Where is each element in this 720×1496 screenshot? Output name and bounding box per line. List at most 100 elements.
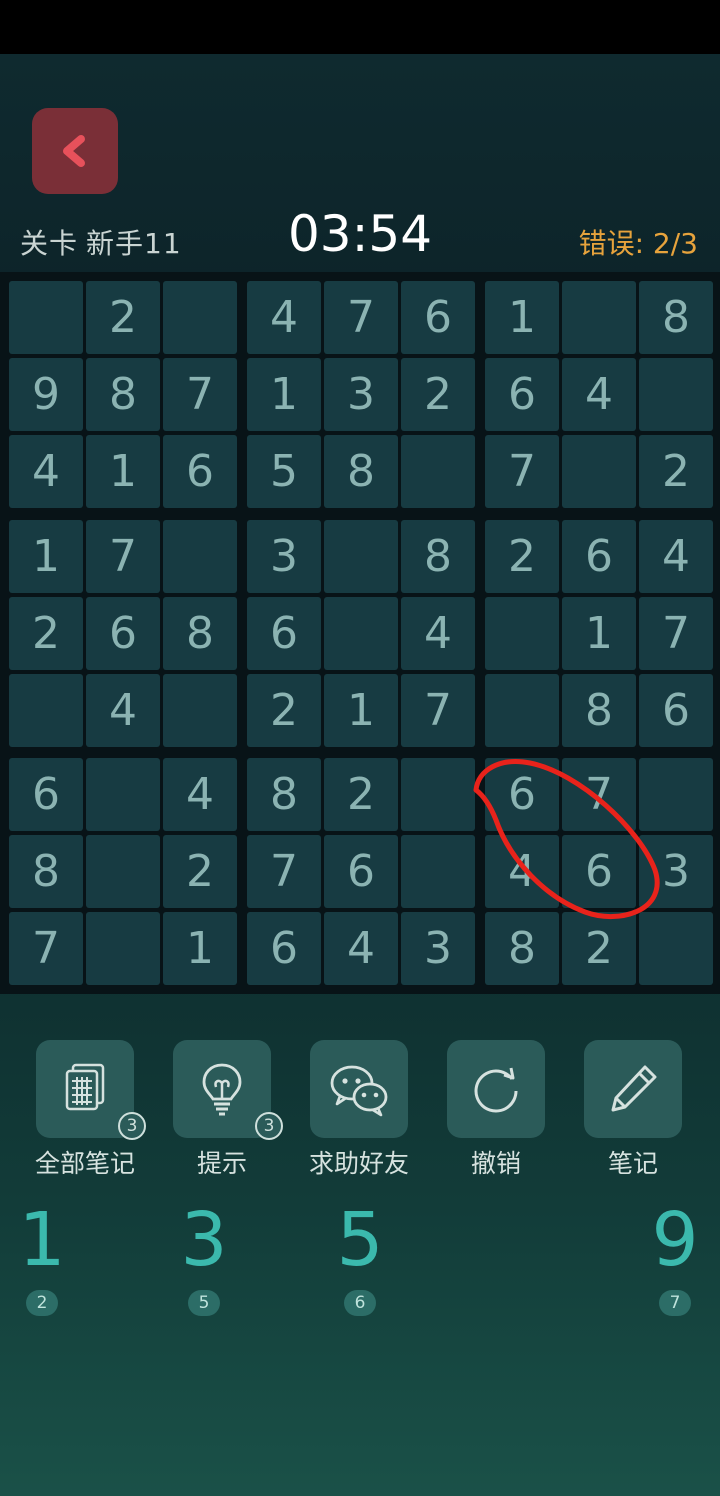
sudoku-cell[interactable] (639, 912, 713, 985)
sudoku-cell[interactable]: 4 (9, 435, 83, 508)
sudoku-cell[interactable] (86, 835, 160, 908)
sudoku-cell[interactable]: 1 (163, 912, 237, 985)
tool-icon-box[interactable]: 3 (36, 1040, 146, 1140)
sudoku-cell[interactable]: 6 (86, 597, 160, 670)
sudoku-cell[interactable]: 7 (247, 835, 321, 908)
sudoku-cell[interactable]: 9 (9, 358, 83, 431)
sudoku-cell[interactable]: 6 (247, 597, 321, 670)
notes-button[interactable]: 笔记 (573, 1040, 693, 1180)
sudoku-cell[interactable]: 7 (86, 520, 160, 593)
sudoku-cell[interactable]: 8 (9, 835, 83, 908)
sudoku-cell[interactable] (401, 758, 475, 831)
sudoku-cell[interactable]: 2 (163, 835, 237, 908)
sudoku-cell[interactable]: 7 (163, 358, 237, 431)
sudoku-cell[interactable]: 1 (324, 674, 398, 747)
number-key-1[interactable]: 12 (0, 1192, 87, 1316)
all-notes-button[interactable]: 3 全部笔记 (25, 1040, 146, 1180)
sudoku-cell[interactable]: 7 (639, 597, 713, 670)
sudoku-cell[interactable]: 6 (639, 674, 713, 747)
number-key-5[interactable]: 56 (315, 1192, 405, 1316)
sudoku-cell[interactable]: 7 (9, 912, 83, 985)
sudoku-cell[interactable]: 6 (562, 520, 636, 593)
sudoku-cell[interactable]: 4 (163, 758, 237, 831)
sudoku-cell[interactable]: 8 (639, 281, 713, 354)
undo-button[interactable]: 撤销 (436, 1040, 556, 1180)
sudoku-cell[interactable]: 2 (639, 435, 713, 508)
sudoku-cell[interactable]: 2 (9, 597, 83, 670)
sudoku-cell[interactable] (9, 281, 83, 354)
lightbulb-icon (192, 1059, 252, 1119)
number-key-9[interactable]: 97 (630, 1192, 720, 1316)
sudoku-cell[interactable]: 8 (86, 358, 160, 431)
sudoku-cell[interactable]: 2 (86, 281, 160, 354)
sudoku-cell[interactable]: 4 (324, 912, 398, 985)
sudoku-cell[interactable]: 4 (485, 835, 559, 908)
sudoku-cell[interactable]: 2 (562, 912, 636, 985)
sudoku-cell[interactable]: 7 (485, 435, 559, 508)
sudoku-cell[interactable] (9, 674, 83, 747)
sudoku-cell[interactable]: 2 (485, 520, 559, 593)
sudoku-cell[interactable]: 6 (163, 435, 237, 508)
sudoku-cell[interactable]: 6 (562, 835, 636, 908)
tool-label: 撤销 (470, 1149, 521, 1178)
sudoku-cell[interactable]: 7 (401, 674, 475, 747)
sudoku-cell[interactable]: 6 (401, 281, 475, 354)
sudoku-cell[interactable] (639, 358, 713, 431)
sudoku-cell[interactable] (485, 597, 559, 670)
sudoku-cell[interactable]: 1 (562, 597, 636, 670)
sudoku-cell[interactable]: 4 (247, 281, 321, 354)
sudoku-cell[interactable]: 2 (324, 758, 398, 831)
sudoku-cell[interactable]: 8 (324, 435, 398, 508)
tool-icon-box[interactable] (584, 1040, 682, 1138)
sudoku-cell[interactable]: 7 (562, 758, 636, 831)
sudoku-cell[interactable] (86, 758, 160, 831)
sudoku-cell[interactable]: 8 (485, 912, 559, 985)
sudoku-cell[interactable]: 6 (247, 912, 321, 985)
sudoku-cell[interactable]: 3 (324, 358, 398, 431)
key-digit: 5 (336, 1197, 384, 1283)
back-button[interactable] (32, 108, 118, 194)
sudoku-cell[interactable] (163, 674, 237, 747)
sudoku-cell[interactable]: 1 (485, 281, 559, 354)
count-badge: 3 (118, 1112, 146, 1140)
sudoku-cell[interactable]: 3 (247, 520, 321, 593)
sudoku-cell[interactable] (86, 912, 160, 985)
sudoku-cell[interactable]: 5 (247, 435, 321, 508)
sudoku-cell[interactable] (163, 281, 237, 354)
sudoku-cell[interactable]: 8 (401, 520, 475, 593)
tool-icon-box[interactable] (310, 1040, 408, 1138)
sudoku-cell[interactable]: 8 (562, 674, 636, 747)
sudoku-cell[interactable]: 4 (86, 674, 160, 747)
sudoku-cell[interactable]: 6 (485, 758, 559, 831)
sudoku-cell[interactable]: 6 (9, 758, 83, 831)
sudoku-cell[interactable] (639, 758, 713, 831)
sudoku-cell[interactable]: 6 (324, 835, 398, 908)
sudoku-cell[interactable]: 4 (562, 358, 636, 431)
sudoku-cell[interactable]: 1 (86, 435, 160, 508)
sudoku-cell[interactable] (485, 674, 559, 747)
sudoku-cell[interactable]: 3 (401, 912, 475, 985)
ask-friend-button[interactable]: 求助好友 (299, 1040, 419, 1180)
sudoku-cell[interactable]: 2 (401, 358, 475, 431)
sudoku-cell[interactable]: 6 (485, 358, 559, 431)
sudoku-cell[interactable]: 8 (247, 758, 321, 831)
sudoku-cell[interactable] (401, 435, 475, 508)
tool-icon-box[interactable]: 3 (173, 1040, 283, 1140)
sudoku-cell[interactable] (163, 520, 237, 593)
sudoku-cell[interactable] (562, 281, 636, 354)
sudoku-cell[interactable]: 4 (401, 597, 475, 670)
sudoku-cell[interactable] (401, 835, 475, 908)
sudoku-cell[interactable]: 1 (247, 358, 321, 431)
sudoku-cell[interactable]: 3 (639, 835, 713, 908)
sudoku-cell[interactable]: 2 (247, 674, 321, 747)
sudoku-cell[interactable] (324, 597, 398, 670)
hint-button[interactable]: 3 提示 (162, 1040, 283, 1180)
sudoku-cell[interactable]: 4 (639, 520, 713, 593)
tool-icon-box[interactable] (447, 1040, 545, 1138)
sudoku-cell[interactable]: 8 (163, 597, 237, 670)
sudoku-cell[interactable] (562, 435, 636, 508)
sudoku-cell[interactable] (324, 520, 398, 593)
number-key-3[interactable]: 35 (159, 1192, 249, 1316)
sudoku-cell[interactable]: 7 (324, 281, 398, 354)
sudoku-cell[interactable]: 1 (9, 520, 83, 593)
